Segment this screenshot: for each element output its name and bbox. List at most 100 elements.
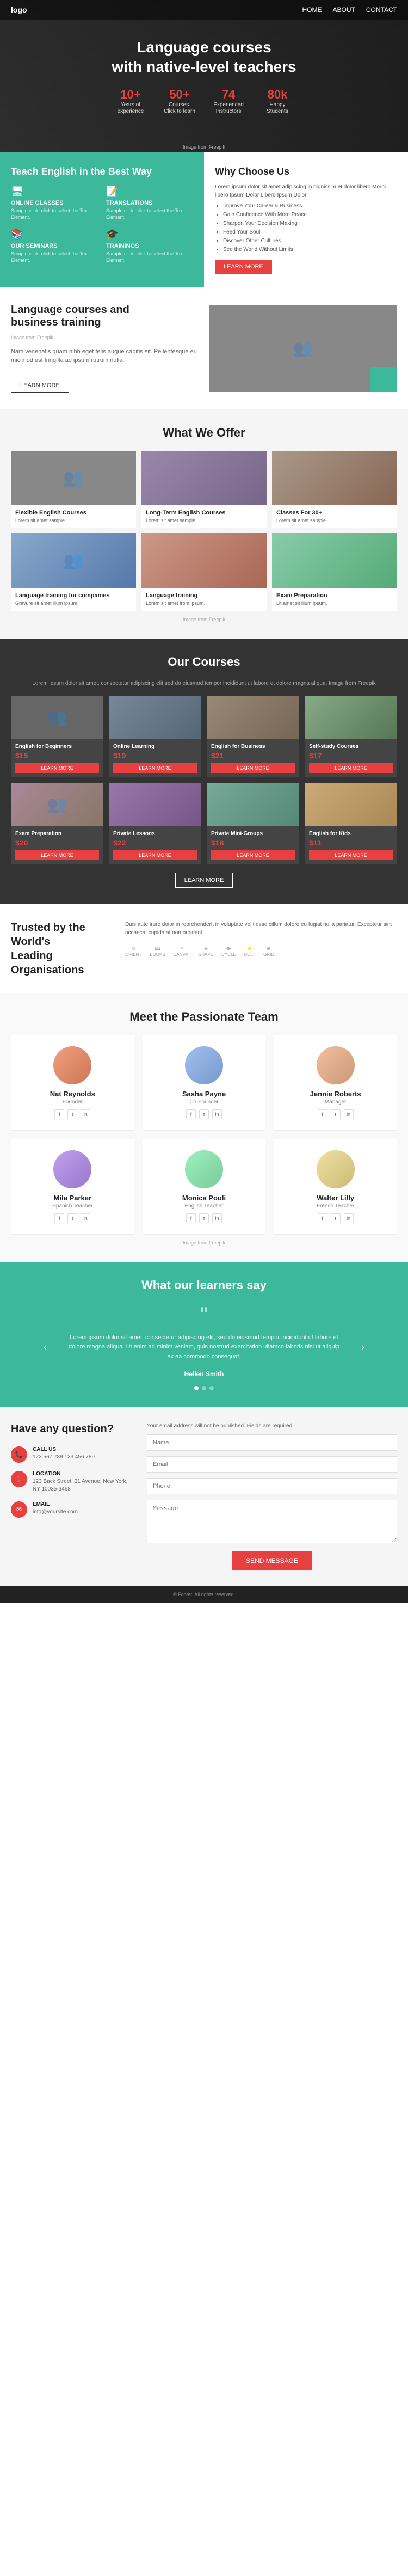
facebook-icon[interactable]: f: [54, 1109, 64, 1119]
phone-input[interactable]: [147, 1478, 397, 1494]
contact-email: ✉ EMAIL info@yoursite.com: [11, 1501, 131, 1518]
quote-icon: ": [11, 1303, 397, 1328]
nav-about[interactable]: ABOUT: [333, 6, 355, 14]
translations-title: TRANSLATIONS: [106, 200, 193, 206]
course-price: $19: [113, 751, 197, 760]
service-translations: 📝 TRANSLATIONS Sample click: click to se…: [106, 186, 193, 220]
course-name: Exam Preparation: [15, 831, 99, 837]
hero-stats: 10+ Years of experience 50+ Courses. Cli…: [112, 88, 296, 115]
testimonial-dot[interactable]: [209, 1386, 214, 1390]
twitter-icon[interactable]: t: [331, 1213, 341, 1223]
twitter-icon[interactable]: t: [331, 1109, 341, 1119]
twitter-icon[interactable]: t: [67, 1213, 77, 1223]
avatar: [317, 1046, 355, 1084]
facebook-icon[interactable]: f: [54, 1213, 64, 1223]
course-img: [11, 696, 103, 739]
offer-card: Exam Preparation Lit amet sit illum ipsu…: [272, 533, 397, 611]
contact-location: 📍 LOCATION 123 Back Street, 31 Avenue, N…: [11, 1471, 131, 1493]
testimonial-dot[interactable]: [194, 1386, 199, 1390]
nav-links: HOME ABOUT CONTACT: [302, 6, 397, 14]
offer-card-title: Long-Term English Courses: [146, 510, 262, 516]
testimonial-prev-button[interactable]: ‹: [44, 1342, 47, 1353]
offer-card-text: Lorem sit amet sample.: [146, 518, 262, 524]
name-input[interactable]: [147, 1434, 397, 1451]
training-learn-more-button[interactable]: LEARN MORE: [11, 378, 69, 393]
course-enroll-button[interactable]: LEARN MORE: [211, 850, 295, 860]
contact-subtitle: Your email address will not be published…: [147, 1423, 397, 1429]
team-member-role: Spanish Teacher: [17, 1203, 128, 1209]
course-price: $21: [211, 751, 295, 760]
avatar: [53, 1046, 91, 1084]
offer-card-title: Language training: [146, 592, 262, 599]
course-img: [207, 696, 299, 739]
offer-card: Flexible English Courses Lorem sit amet …: [11, 451, 136, 529]
course-enroll-button[interactable]: LEARN MORE: [113, 850, 197, 860]
twitter-icon[interactable]: t: [199, 1109, 209, 1119]
course-enroll-button[interactable]: LEARN MORE: [113, 763, 197, 773]
course-name: English for Kids: [309, 831, 393, 837]
course-enroll-button[interactable]: LEARN MORE: [15, 850, 99, 860]
social-links: f t in: [17, 1109, 128, 1119]
message-input[interactable]: [147, 1500, 397, 1543]
why-list-item: Discover Other Cultures: [223, 237, 397, 246]
seminars-text: Sample click: click to select the Text E…: [11, 251, 98, 263]
services-grid: 🖥 ONLINE CLASSES Sample click: click to …: [11, 186, 193, 264]
offer-card-body: Language training Lorem sit amet from ip…: [141, 588, 267, 611]
why-list-item: Sharpen Your Decision Making: [223, 219, 397, 228]
linkedin-icon[interactable]: in: [81, 1213, 90, 1223]
contact-location-detail: LOCATION 123 Back Street, 31 Avenue, New…: [33, 1471, 131, 1493]
course-body: Self-study Courses $17 LEARN MORE: [305, 739, 397, 777]
offer-card-title: Flexible English Courses: [15, 510, 132, 516]
team-member-role: French Teacher: [280, 1203, 391, 1209]
testimonial-section: What our learners say " ‹ Lorem ipsum do…: [0, 1262, 408, 1407]
facebook-icon[interactable]: f: [318, 1213, 327, 1223]
linkedin-icon[interactable]: in: [344, 1109, 354, 1119]
course-price: $22: [113, 838, 197, 847]
location-label: LOCATION: [33, 1471, 131, 1477]
courses-learn-more-button[interactable]: LEARN MORE: [175, 873, 233, 888]
course-enroll-button[interactable]: LEARN MORE: [309, 763, 393, 773]
submit-button[interactable]: SEND MESSAGE: [232, 1551, 312, 1570]
facebook-icon[interactable]: f: [318, 1109, 327, 1119]
contact-inner: Have any question? 📞 CALL US 123 567 789…: [11, 1423, 397, 1570]
org-logo: ⟴ CYCLE: [221, 945, 236, 957]
course-enroll-button[interactable]: LEARN MORE: [15, 763, 99, 773]
why-list-item: See the World Without Limits: [223, 246, 397, 254]
linkedin-icon[interactable]: in: [344, 1213, 354, 1223]
linkedin-icon[interactable]: in: [212, 1109, 222, 1119]
email-input[interactable]: [147, 1456, 397, 1473]
facebook-icon[interactable]: f: [186, 1109, 196, 1119]
trainings-icon: 🎓: [106, 229, 193, 240]
org-logo: 📖 BOOKS: [150, 945, 165, 957]
courses-more: LEARN MORE: [11, 873, 397, 888]
testimonial-dot[interactable]: [202, 1386, 206, 1390]
logo-name: BOLT: [244, 952, 255, 957]
why-list-item: Improve Your Career & Business: [223, 202, 397, 211]
twitter-icon[interactable]: t: [67, 1109, 77, 1119]
learn-more-button[interactable]: LEARN MORE: [215, 260, 272, 274]
logo-name: ORIENT: [125, 952, 141, 957]
course-enroll-button[interactable]: LEARN MORE: [211, 763, 295, 773]
course-price: $18: [211, 838, 295, 847]
linkedin-icon[interactable]: in: [81, 1109, 90, 1119]
courses-section: Our Courses Lorem ipsum dolor sit amet, …: [0, 639, 408, 904]
footer: © Footer. All rights reserved.: [0, 1586, 408, 1603]
course-enroll-button[interactable]: LEARN MORE: [309, 850, 393, 860]
phone-value: 123 567 789 123 456 789: [33, 1453, 95, 1461]
nav-home[interactable]: HOME: [302, 6, 322, 14]
linkedin-icon[interactable]: in: [212, 1213, 222, 1223]
course-body: Online Learning $19 LEARN MORE: [109, 739, 201, 777]
course-name: Private Lessons: [113, 831, 197, 837]
courses-title: Our Courses: [11, 655, 397, 669]
nav-contact[interactable]: CONTACT: [366, 6, 397, 14]
team-card-walter: Walter Lilly French Teacher f t in: [274, 1139, 397, 1235]
why-title: Why Choose Us: [215, 166, 397, 177]
testimonial-next-button[interactable]: ›: [361, 1342, 364, 1353]
twitter-icon[interactable]: t: [199, 1213, 209, 1223]
team-card-jennie: Jennie Roberts Manager f t in: [274, 1035, 397, 1131]
trusted-text: Duis aute irure dolor in reprehenderit i…: [125, 921, 397, 937]
facebook-icon[interactable]: f: [186, 1213, 196, 1223]
offer-card-title: Language training for companies: [15, 592, 132, 599]
team-member-role: Manager: [280, 1099, 391, 1105]
logos-row: ◎ ORIENT 📖 BOOKS ✳ CANVAT ◈ SHAPE ⟴ C: [125, 945, 397, 957]
